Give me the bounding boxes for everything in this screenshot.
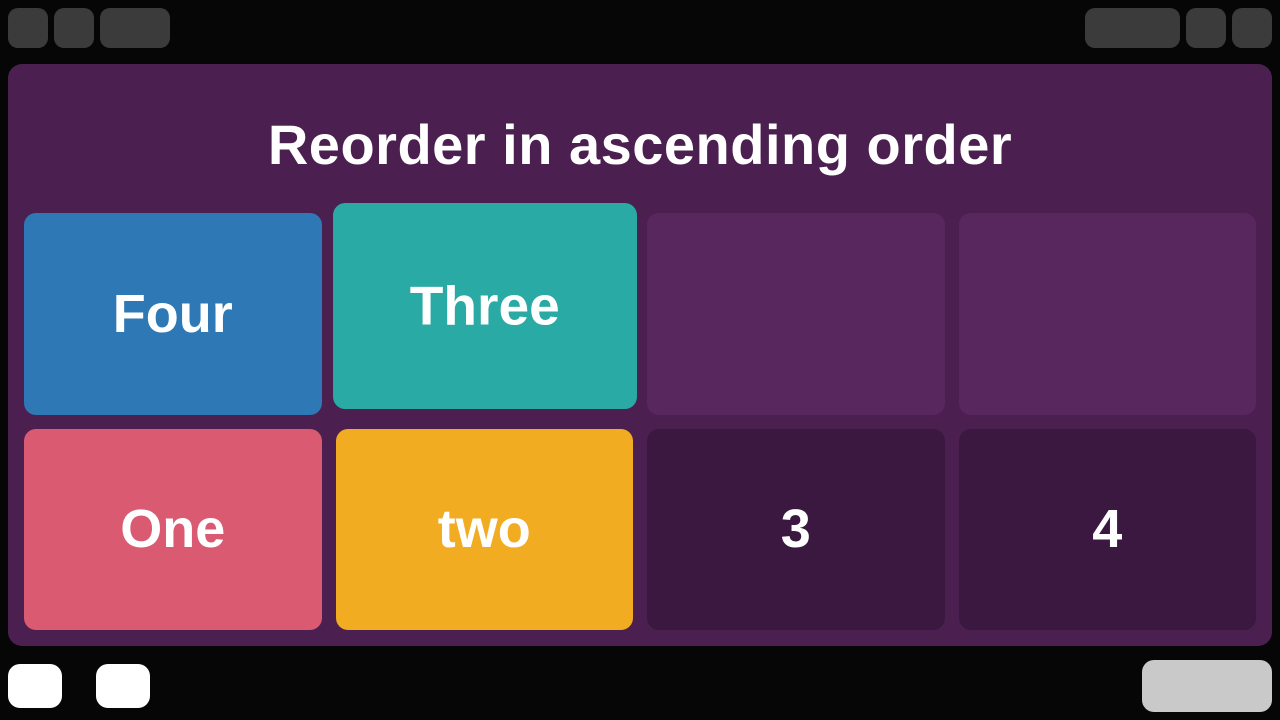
bottom-toolbar xyxy=(8,660,1272,712)
tile-label: Four xyxy=(113,283,233,345)
question-card: Reorder in ascending order Four Three One t… xyxy=(8,64,1272,646)
draggable-tile[interactable]: Three xyxy=(333,203,636,409)
toolbar-button-6[interactable] xyxy=(1232,8,1272,48)
draggable-tile[interactable]: two xyxy=(336,429,634,631)
submit-button[interactable] xyxy=(1142,660,1272,712)
tile-label: One xyxy=(120,498,225,560)
bottom-button-1[interactable] xyxy=(8,664,62,708)
draggable-tile[interactable]: Four xyxy=(24,213,322,415)
question-title: Reorder in ascending order xyxy=(20,112,1260,177)
drop-slot: 3 xyxy=(647,429,945,631)
toolbar-button-4[interactable] xyxy=(1085,8,1180,48)
tile-label: Three xyxy=(409,274,559,337)
drop-slot xyxy=(647,213,945,415)
tile-label: 3 xyxy=(781,498,811,560)
toolbar-button-5[interactable] xyxy=(1186,8,1226,48)
top-toolbar xyxy=(8,8,1272,56)
toolbar-button-2[interactable] xyxy=(54,8,94,48)
drop-slot: 4 xyxy=(959,429,1257,631)
tile-label: 4 xyxy=(1092,498,1122,560)
toolbar-button-1[interactable] xyxy=(8,8,48,48)
draggable-tile[interactable]: One xyxy=(24,429,322,631)
tile-grid: Four Three One two 3 4 xyxy=(20,213,1260,634)
drop-slot xyxy=(959,213,1257,415)
bottom-button-2[interactable] xyxy=(96,664,150,708)
tile-label: two xyxy=(438,498,531,560)
toolbar-button-3[interactable] xyxy=(100,8,170,48)
